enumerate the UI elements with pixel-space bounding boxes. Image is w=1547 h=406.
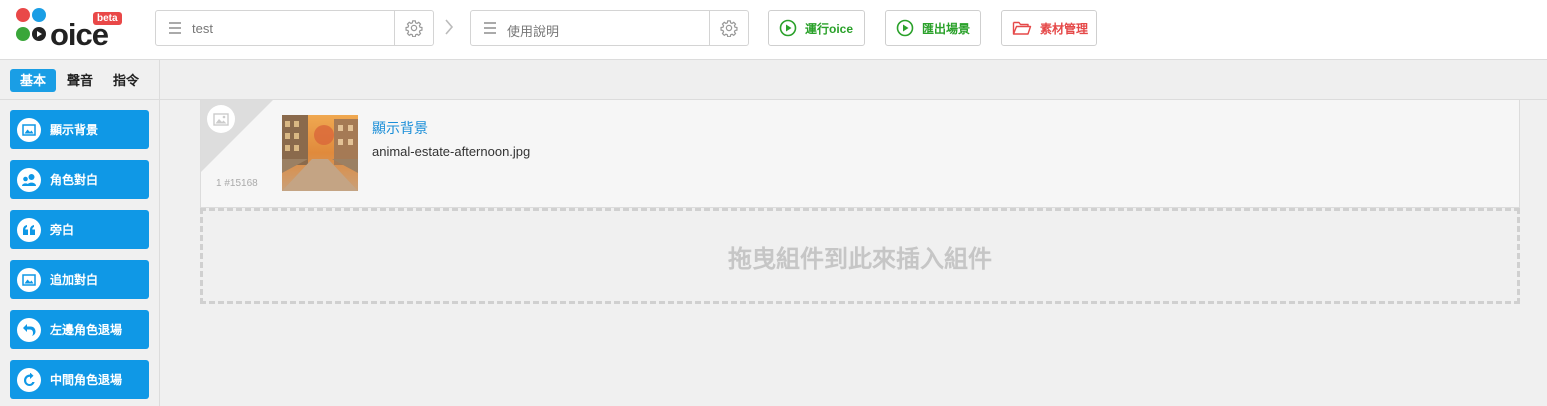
play-circle-icon xyxy=(779,19,797,37)
palette-tabs: 基本 聲音 指令 xyxy=(0,60,160,100)
background-thumbnail[interactable] xyxy=(282,115,358,191)
logo-play-icon xyxy=(32,27,46,41)
export-scene-button[interactable]: 匯出場景 xyxy=(885,10,981,46)
folder-open-icon xyxy=(1012,20,1032,36)
tab-sound[interactable]: 聲音 xyxy=(60,69,100,92)
run-oice-label: 運行oice xyxy=(805,21,854,36)
asset-manager-button[interactable]: 素材管理 xyxy=(1001,10,1097,46)
menu-icon xyxy=(484,22,496,34)
component-label: 角色對白 xyxy=(50,173,99,187)
export-scene-label: 匯出場景 xyxy=(922,21,971,36)
component-left-character-exit[interactable]: 左邊角色退場 xyxy=(10,310,149,349)
component-palette: 基本 聲音 指令 顯示背景 角色對白 旁白 追加對白 左邊角色退場 中間角色退場 xyxy=(0,60,160,406)
image-icon xyxy=(207,105,235,133)
component-narration[interactable]: 旁白 xyxy=(10,210,149,249)
component-label: 追加對白 xyxy=(50,273,99,287)
tab-basic[interactable]: 基本 xyxy=(10,69,56,92)
characters-icon xyxy=(17,167,41,192)
logo-dot-blue xyxy=(32,8,46,22)
block-show-background[interactable]: 1 #15168 顯示背景 animal-estate-afternoon.jp… xyxy=(200,100,1520,208)
component-center-character-exit[interactable]: 中間角色退場 xyxy=(10,360,149,399)
image-icon xyxy=(17,117,41,142)
component-label: 旁白 xyxy=(50,223,75,237)
component-show-background[interactable]: 顯示背景 xyxy=(10,110,149,149)
background-filename: animal-estate-afternoon.jpg xyxy=(372,144,531,159)
component-label: 顯示背景 xyxy=(50,123,99,137)
block-id: 1 #15168 xyxy=(216,178,258,189)
logo-dot-green xyxy=(16,27,30,41)
quote-icon xyxy=(17,217,41,242)
episode-title: 使用說明 xyxy=(507,24,560,39)
tab-command[interactable]: 指令 xyxy=(106,69,146,92)
component-label: 中間角色退場 xyxy=(50,373,123,387)
story-settings-button[interactable] xyxy=(394,11,433,45)
play-circle-icon xyxy=(896,19,914,37)
story-title: test xyxy=(192,21,213,36)
component-label: 左邊角色退場 xyxy=(50,323,123,337)
run-oice-button[interactable]: 運行oice xyxy=(768,10,865,46)
drop-zone-hint: 拖曳組件到此來插入組件 xyxy=(728,245,992,273)
logo-dot-red xyxy=(16,8,30,22)
editor-header-strip xyxy=(160,60,1547,100)
beta-badge: beta xyxy=(93,12,122,25)
chevron-right-icon xyxy=(445,19,454,35)
drop-zone[interactable]: 拖曳組件到此來插入組件 xyxy=(200,208,1520,304)
oice-logo[interactable]: oice beta xyxy=(14,6,124,50)
rotate-arrow-icon xyxy=(17,367,41,392)
undo-arrow-icon xyxy=(17,317,41,342)
menu-icon xyxy=(169,22,181,34)
component-append-dialogue[interactable]: 追加對白 xyxy=(10,260,149,299)
episode-settings-button[interactable] xyxy=(709,11,748,45)
image-icon xyxy=(17,267,41,292)
block-title[interactable]: 顯示背景 xyxy=(372,118,428,138)
asset-manager-label: 素材管理 xyxy=(1040,21,1089,36)
top-bar: oice beta test 使用說明 運行oice 匯出場景 素材管理 xyxy=(0,0,1547,60)
story-selector[interactable]: test xyxy=(155,10,434,46)
episode-selector[interactable]: 使用說明 xyxy=(470,10,749,46)
gear-icon xyxy=(720,20,738,37)
gear-icon xyxy=(405,20,423,37)
component-character-dialogue[interactable]: 角色對白 xyxy=(10,160,149,199)
